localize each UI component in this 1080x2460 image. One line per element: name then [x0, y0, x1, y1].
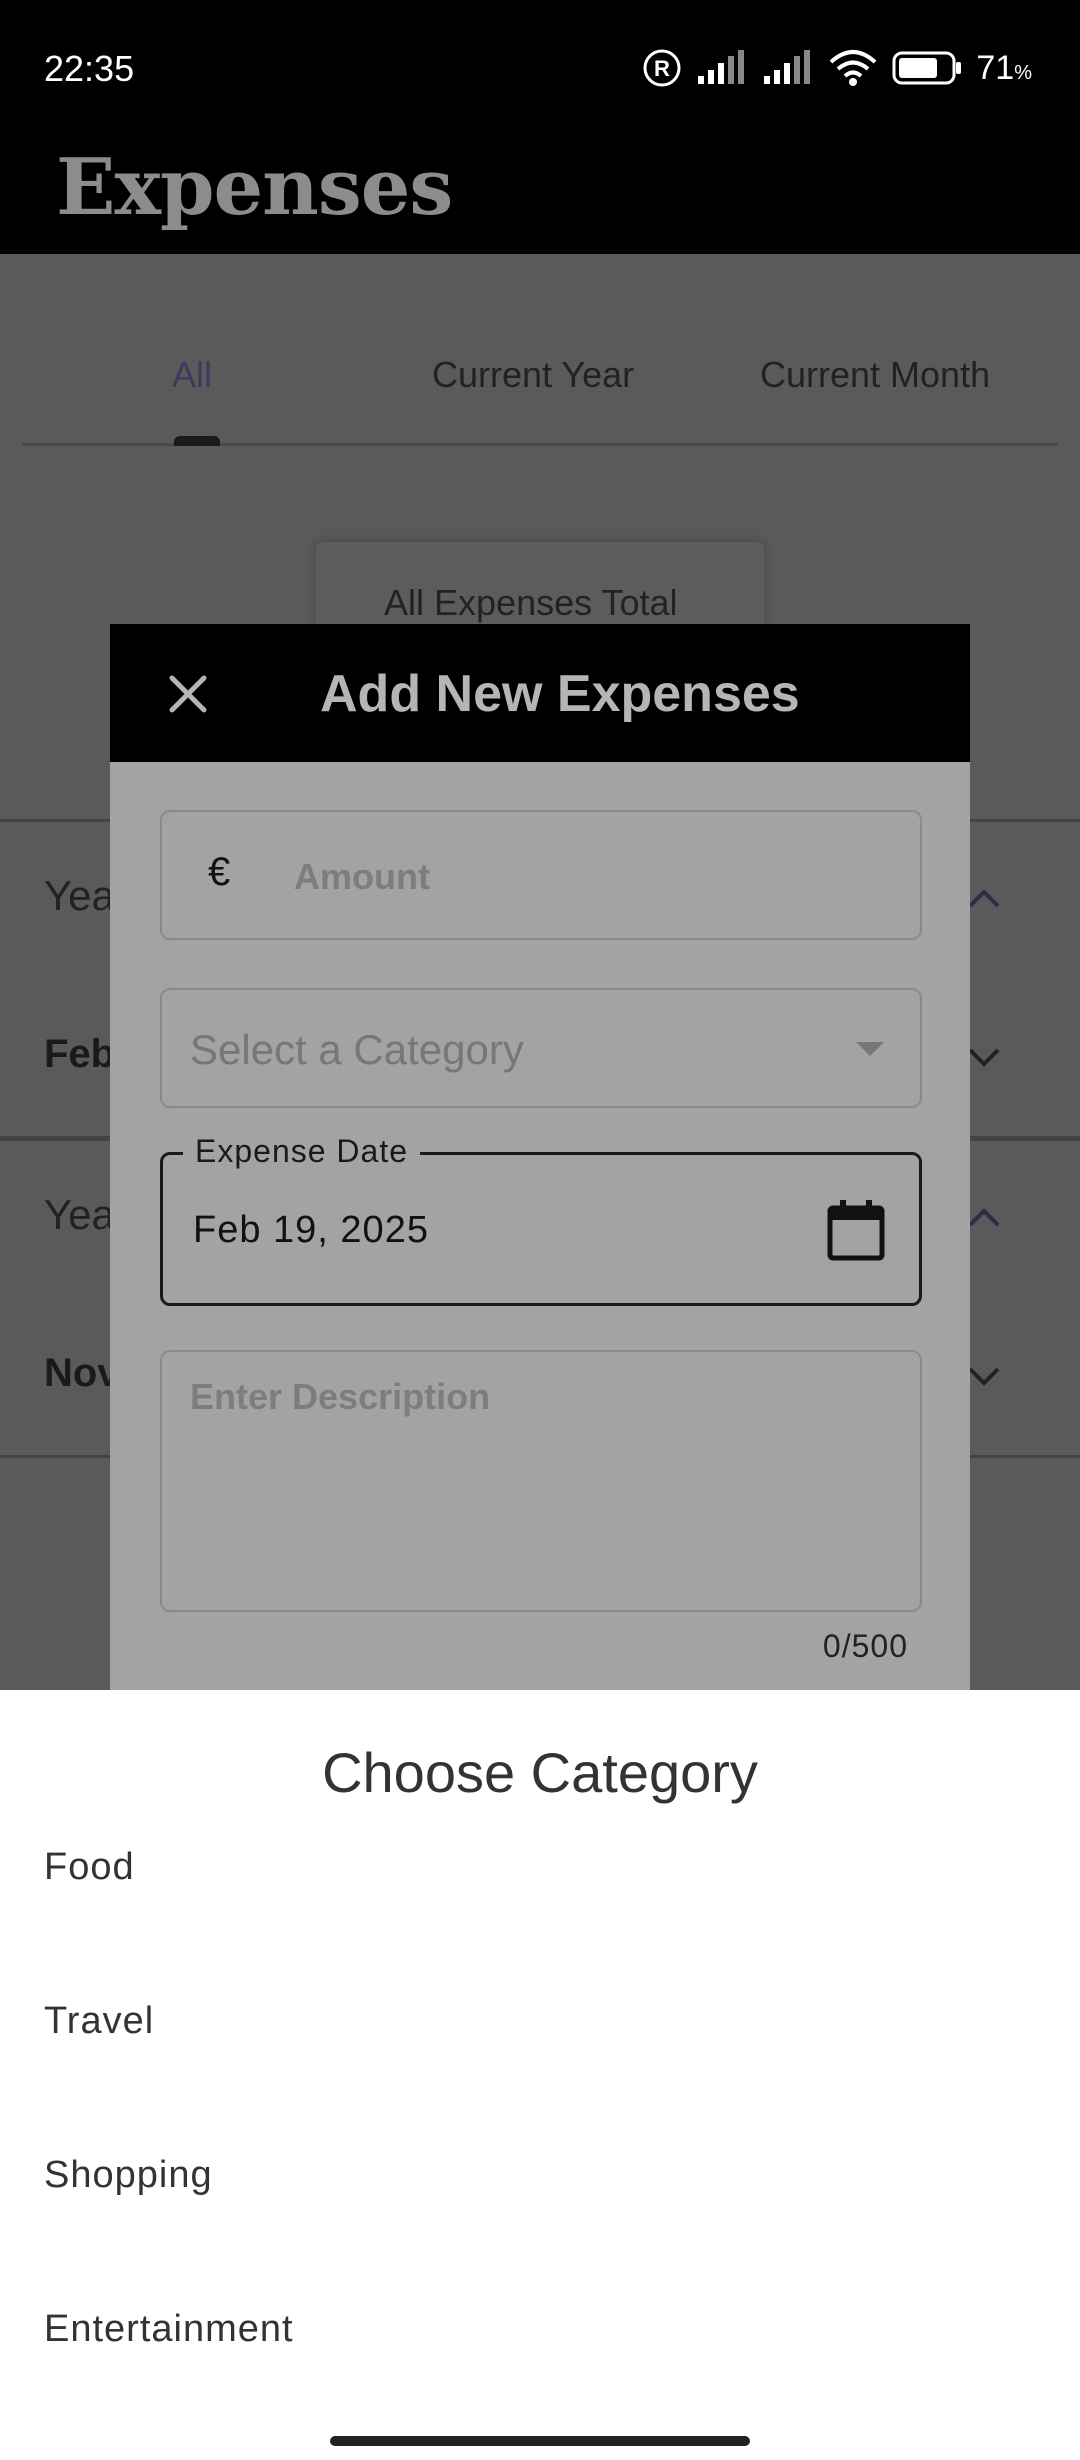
expense-date-label: Expense Date [183, 1133, 421, 1170]
group-year-label: Yea [44, 872, 115, 919]
calendar-icon[interactable] [827, 1199, 885, 1261]
category-option-travel[interactable]: Travel [44, 2000, 154, 2043]
category-option-entertainment[interactable]: Entertainment [44, 2308, 294, 2351]
status-icons: R 71% [642, 46, 1032, 90]
category-select[interactable]: Select a Category [160, 988, 922, 1108]
tab-current-year[interactable]: Current Year [432, 354, 634, 396]
category-option-shopping[interactable]: Shopping [44, 2154, 213, 2197]
chevron-up-icon[interactable] [966, 886, 1002, 910]
category-placeholder: Select a Category [190, 1026, 524, 1073]
dropdown-arrow-icon [856, 1042, 884, 1056]
amount-placeholder: Amount [294, 856, 430, 897]
close-icon[interactable] [164, 670, 212, 718]
tab-all[interactable]: All [172, 354, 212, 396]
description-placeholder: Enter Description [190, 1376, 491, 1417]
sheet-title: Choose Category [322, 1741, 758, 1804]
registered-icon: R [643, 49, 681, 87]
description-field[interactable]: Enter Description [160, 1350, 922, 1612]
euro-icon: € [208, 850, 231, 894]
status-bar: 22:35 R 71% [0, 0, 1080, 140]
tab-current-month[interactable]: Current Month [760, 354, 990, 396]
amount-field[interactable]: € Amount [160, 810, 922, 940]
group-year-label: Yea [44, 1191, 115, 1238]
home-indicator[interactable] [330, 2436, 750, 2446]
group-month-label: Nov [44, 1351, 120, 1395]
signal-icon [698, 50, 745, 84]
chevron-down-icon[interactable] [966, 1365, 1002, 1389]
expense-date-field[interactable]: Expense Date Feb 19, 2025 [160, 1133, 922, 1306]
group-month-label: Feb [44, 1032, 116, 1076]
category-option-food[interactable]: Food [44, 1846, 135, 1889]
app-title: Expenses [56, 142, 453, 233]
chevron-up-icon[interactable] [966, 1205, 1002, 1229]
app-bar: Expenses [0, 140, 1080, 254]
dialog-header: Add New Expenses [110, 624, 970, 762]
battery-percent: 71% [976, 48, 1032, 87]
category-bottom-sheet: Choose Category Food Travel Shopping Ent… [0, 1690, 1080, 2460]
tab-bar: All Current Year Current Month [22, 254, 1058, 446]
wifi-icon [830, 50, 877, 86]
dialog-title: Add New Expenses [320, 665, 800, 723]
battery-icon [892, 51, 962, 85]
description-counter: 0/500 [822, 1628, 908, 1664]
tab-indicator [174, 436, 220, 446]
add-expense-dialog: Add New Expenses € Amount Select a Categ… [110, 624, 970, 1690]
total-card-label: All Expenses Total [384, 582, 678, 623]
svg-text:R: R [654, 56, 670, 81]
signal-icon-2 [764, 50, 811, 84]
expense-date-value: Feb 19, 2025 [193, 1209, 429, 1251]
chevron-down-icon[interactable] [966, 1046, 1002, 1070]
status-time: 22:35 [44, 48, 135, 89]
